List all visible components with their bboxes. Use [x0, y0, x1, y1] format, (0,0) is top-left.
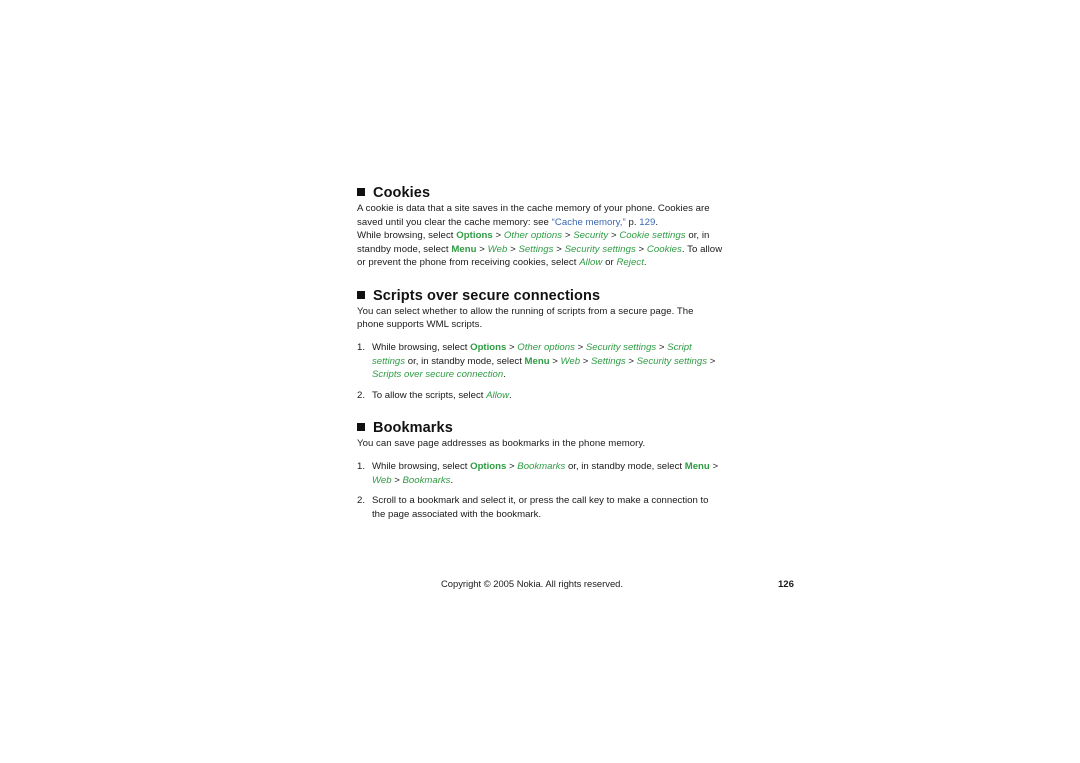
section-heading: Cookies: [357, 185, 723, 202]
section-heading-label: Scripts over secure connections: [373, 287, 601, 304]
ui-setting-name: Web: [372, 474, 392, 486]
text-run: To allow the scripts, select: [372, 389, 487, 401]
ui-setting-name: Settings: [518, 243, 554, 255]
numbered-step-list: While browsing, select Options > Bookmar…: [357, 460, 723, 521]
path-separator: >: [506, 342, 518, 354]
ui-menu-name: Menu: [684, 460, 710, 472]
paragraph-scripts-intro: You can select whether to allow the runn…: [357, 305, 723, 332]
page-number: 126: [777, 579, 794, 590]
path-separator: >: [635, 243, 647, 255]
ui-setting-name: Other options: [517, 342, 575, 354]
text-run: or, in standby mode, select: [405, 355, 525, 367]
path-separator: >: [506, 460, 518, 472]
text-run: .: [655, 216, 659, 228]
text-run: p.: [625, 216, 640, 228]
paragraph-cookies-path: While browsing, select Options > Other o…: [357, 229, 723, 270]
section-bookmarks: Bookmarks You can save page addresses as …: [357, 420, 723, 521]
ui-setting-name: Bookmarks: [402, 474, 451, 486]
ui-setting-name: Reject: [616, 257, 644, 269]
text-run: .: [643, 257, 647, 269]
ui-setting-name: Bookmarks: [517, 460, 566, 472]
filled-square-bullet-icon: [357, 188, 365, 196]
path-separator: >: [476, 243, 488, 255]
filled-square-bullet-icon: [357, 423, 365, 432]
ui-menu-name: Menu: [524, 355, 550, 367]
text-run: While browsing, select: [357, 230, 457, 242]
text-run: You can select whether to allow the runn…: [357, 305, 694, 331]
document-page-content: Cookies A cookie is data that a site save…: [357, 185, 723, 521]
paragraph-cookies-intro: A cookie is data that a site saves in th…: [357, 202, 723, 229]
path-separator: >: [625, 355, 637, 367]
ui-menu-name: Options: [456, 230, 493, 242]
section-heading: Bookmarks: [357, 420, 723, 437]
section-heading-label: Cookies: [373, 185, 431, 201]
path-separator: >: [549, 355, 561, 367]
text-run: Scroll to a bookmark and select it, or p…: [372, 495, 709, 520]
path-separator: >: [391, 474, 403, 486]
ui-menu-name: Options: [470, 342, 507, 354]
ui-setting-name: Web: [560, 355, 581, 367]
ui-setting-name: Security: [573, 230, 609, 242]
path-separator: >: [580, 355, 592, 367]
filled-square-bullet-icon: [357, 290, 365, 299]
list-item: To allow the scripts, select Allow.: [357, 389, 723, 403]
cross-reference-link[interactable]: “Cache memory,”: [552, 217, 626, 228]
ui-setting-name: Security settings: [636, 355, 708, 367]
list-item: While browsing, select Options > Bookmar…: [357, 460, 723, 487]
page-footer: Copyright © 2005 Nokia. All rights reser…: [357, 578, 794, 590]
text-run: You can save page addresses as bookmarks…: [357, 438, 646, 450]
ui-setting-name: Scripts over secure connection: [372, 369, 504, 381]
sections-container: Cookies A cookie is data that a site save…: [357, 185, 723, 521]
ui-setting-name: Web: [487, 243, 508, 255]
list-item: Scroll to a bookmark and select it, or p…: [357, 494, 723, 521]
path-separator: >: [707, 355, 716, 367]
ui-setting-name: Allow: [579, 257, 603, 269]
section-cookies: Cookies A cookie is data that a site save…: [357, 185, 723, 270]
section-heading: Scripts over secure connections: [357, 287, 723, 305]
path-separator: >: [562, 230, 574, 242]
path-separator: >: [656, 342, 668, 354]
section-heading-label: Bookmarks: [373, 420, 453, 437]
text-run: or, in standby mode, select: [565, 460, 685, 472]
text-run: While browsing, select: [372, 342, 471, 354]
numbered-step-list: While browsing, select Options > Other o…: [357, 341, 723, 402]
ui-menu-name: Menu: [451, 243, 477, 255]
path-separator: >: [709, 460, 719, 472]
ui-setting-name: Cookies: [646, 243, 682, 255]
path-separator: >: [608, 230, 620, 242]
path-separator: >: [492, 230, 504, 242]
ui-setting-name: Security settings: [564, 243, 636, 255]
path-separator: >: [507, 243, 519, 255]
path-separator: >: [574, 342, 586, 354]
paragraph-bookmarks-intro: You can save page addresses as bookmarks…: [357, 437, 723, 451]
ui-setting-name: Settings: [591, 355, 626, 367]
list-item: While browsing, select Options > Other o…: [357, 341, 723, 382]
ui-setting-name: Cookie settings: [619, 230, 686, 242]
ui-setting-name: Security settings: [585, 342, 657, 354]
cross-reference-link[interactable]: 129: [639, 217, 655, 228]
path-separator: >: [553, 243, 565, 255]
text-run: or: [602, 257, 617, 269]
ui-setting-name: Other options: [503, 230, 563, 242]
ui-setting-name: Allow: [486, 389, 510, 401]
text-run: .: [509, 389, 512, 401]
ui-menu-name: Options: [470, 460, 507, 472]
text-run: .: [450, 474, 454, 486]
copyright-notice: Copyright © 2005 Nokia. All rights reser…: [441, 578, 623, 589]
text-run: While browsing, select: [372, 460, 471, 472]
text-run: .: [503, 369, 506, 381]
section-scripts-over-secure-connections: Scripts over secure connections You can s…: [357, 287, 723, 403]
